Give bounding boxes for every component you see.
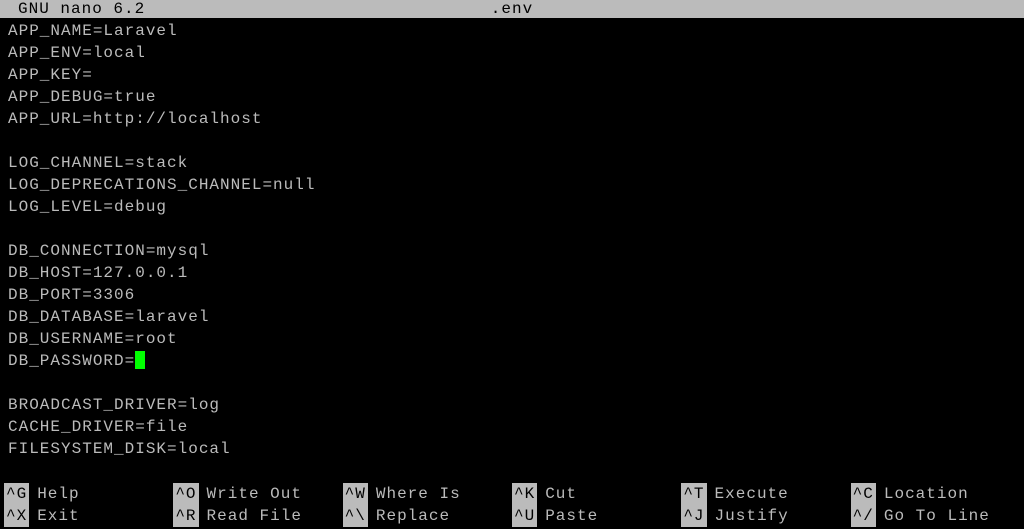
shortcut-label: Justify (715, 505, 789, 527)
shortcut-key: ^X (4, 505, 29, 527)
editor-line[interactable]: CACHE_DRIVER=file (8, 416, 1016, 438)
shortcut-key: ^O (173, 483, 198, 505)
shortcut-label: Location (884, 483, 969, 505)
line-text: DB_PORT=3306 (8, 286, 135, 304)
line-text: APP_KEY= (8, 66, 93, 84)
shortcut-key: ^\ (343, 505, 368, 527)
shortcut-label: Exit (37, 505, 79, 527)
line-text: FILESYSTEM_DISK=local (8, 440, 231, 458)
line-text: DB_HOST=127.0.0.1 (8, 264, 188, 282)
filename: .env (491, 0, 533, 18)
editor-line[interactable]: FILESYSTEM_DISK=local (8, 438, 1016, 460)
editor-line[interactable]: LOG_CHANNEL=stack (8, 152, 1016, 174)
cursor (135, 351, 145, 369)
line-text: APP_URL=http://localhost (8, 110, 262, 128)
editor-line[interactable] (8, 218, 1016, 240)
line-text: DB_DATABASE=laravel (8, 308, 209, 326)
editor-line[interactable]: APP_URL=http://localhost (8, 108, 1016, 130)
editor-line[interactable]: APP_KEY= (8, 64, 1016, 86)
line-text: DB_PASSWORD= (8, 352, 135, 370)
editor-line[interactable]: DB_PORT=3306 (8, 284, 1016, 306)
shortcut-key: ^W (343, 483, 368, 505)
shortcut-item[interactable]: ^\ Replace (343, 505, 512, 527)
titlebar: GNU nano 6.2 .env (0, 0, 1024, 18)
shortcut-label: Write Out (207, 483, 302, 505)
shortcut-key: ^T (681, 483, 706, 505)
shortcut-item[interactable]: ^R Read File (173, 505, 342, 527)
shortcut-item[interactable]: ^O Write Out (173, 483, 342, 505)
shortcut-label: Replace (376, 505, 450, 527)
editor-line[interactable]: DB_USERNAME=root (8, 328, 1016, 350)
shortcut-item[interactable]: ^K Cut (512, 483, 681, 505)
shortcut-key: ^C (851, 483, 876, 505)
editor-line[interactable]: APP_DEBUG=true (8, 86, 1016, 108)
shortcut-item[interactable]: ^U Paste (512, 505, 681, 527)
editor-line[interactable]: LOG_LEVEL=debug (8, 196, 1016, 218)
editor-line[interactable]: DB_DATABASE=laravel (8, 306, 1016, 328)
editor-area[interactable]: APP_NAME=Laravel APP_ENV=local APP_KEY= APP… (0, 18, 1024, 462)
editor-line[interactable]: APP_NAME=Laravel (8, 20, 1016, 42)
editor-line[interactable]: DB_PASSWORD= (8, 350, 1016, 372)
shortcut-item[interactable]: ^G Help (4, 483, 173, 505)
shortcut-label: Read File (207, 505, 302, 527)
line-text: LOG_DEPRECATIONS_CHANNEL=null (8, 176, 315, 194)
shortcut-item[interactable]: ^J Justify (681, 505, 850, 527)
shortcut-item[interactable]: ^X Exit (4, 505, 173, 527)
shortcut-label: Help (37, 483, 79, 505)
editor-line[interactable]: DB_CONNECTION=mysql (8, 240, 1016, 262)
editor-line[interactable]: BROADCAST_DRIVER=log (8, 394, 1016, 416)
shortcut-bar: ^G Help ^O Write Out ^W Where Is ^K Cut ^T Execut… (0, 483, 1024, 529)
editor-line[interactable] (8, 130, 1016, 152)
editor-line[interactable]: APP_ENV=local (8, 42, 1016, 64)
line-text: LOG_CHANNEL=stack (8, 154, 188, 172)
shortcut-key: ^G (4, 483, 29, 505)
line-text: CACHE_DRIVER=file (8, 418, 188, 436)
line-text: DB_USERNAME=root (8, 330, 178, 348)
shortcut-key: ^K (512, 483, 537, 505)
shortcut-label: Cut (545, 483, 577, 505)
editor-line[interactable]: DB_HOST=127.0.0.1 (8, 262, 1016, 284)
app-title: GNU nano 6.2 (0, 0, 145, 18)
shortcut-item[interactable]: ^T Execute (681, 483, 850, 505)
shortcut-label: Paste (545, 505, 598, 527)
line-text: BROADCAST_DRIVER=log (8, 396, 220, 414)
editor-line[interactable]: LOG_DEPRECATIONS_CHANNEL=null (8, 174, 1016, 196)
line-text: APP_ENV=local (8, 44, 146, 62)
line-text: APP_DEBUG=true (8, 88, 156, 106)
shortcut-key: ^R (173, 505, 198, 527)
line-text: DB_CONNECTION=mysql (8, 242, 209, 260)
shortcut-item[interactable]: ^C Location (851, 483, 1020, 505)
line-text: APP_NAME=Laravel (8, 22, 178, 40)
shortcut-key: ^/ (851, 505, 876, 527)
shortcut-key: ^U (512, 505, 537, 527)
shortcut-label: Execute (715, 483, 789, 505)
shortcut-key: ^J (681, 505, 706, 527)
line-text: LOG_LEVEL=debug (8, 198, 167, 216)
shortcut-item[interactable]: ^W Where Is (343, 483, 512, 505)
shortcut-item[interactable]: ^/ Go To Line (851, 505, 1020, 527)
editor-line[interactable] (8, 372, 1016, 394)
shortcut-label: Where Is (376, 483, 461, 505)
shortcut-label: Go To Line (884, 505, 990, 527)
